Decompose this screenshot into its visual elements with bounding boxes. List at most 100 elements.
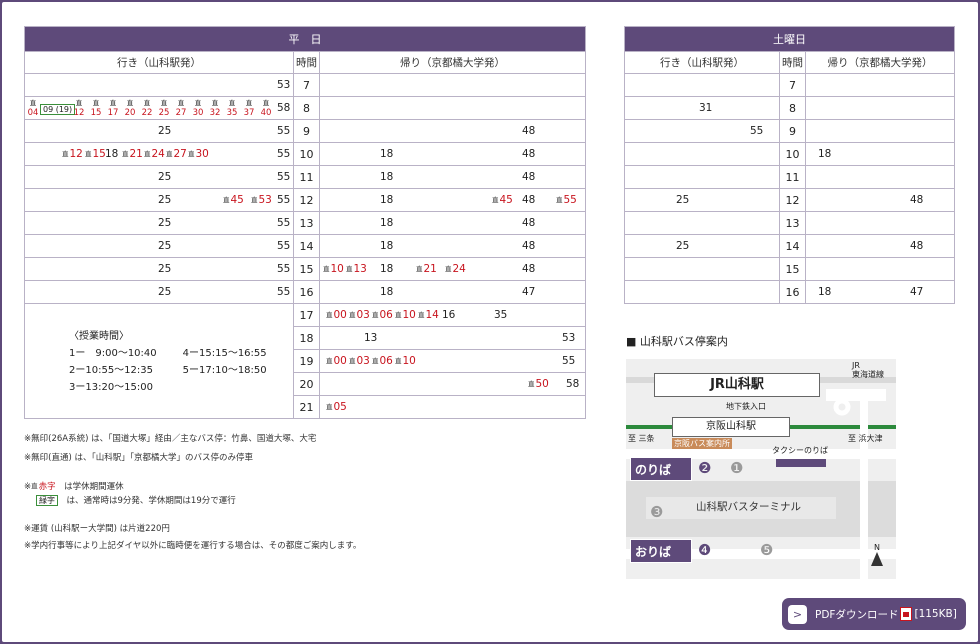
note: ※運賃 (山科駅ー大学間) は片道220円 xyxy=(24,524,170,534)
class-periods-title: 〈授業時間〉 xyxy=(69,331,129,342)
col-go: 行き（山科駅発） xyxy=(24,51,294,74)
hour: 7 xyxy=(779,73,806,97)
table-row: 直12 直15 18 直21 直24 直27 直30 55 10 18 48 xyxy=(24,142,587,166)
departure-time: 55 xyxy=(750,125,764,137)
departure-time: 25 xyxy=(158,263,172,275)
express-departure: 直05 xyxy=(326,401,347,413)
departure-time: 25 xyxy=(158,217,172,229)
table-row: 25 55 15 直10 直13 18 直21 直24 48 xyxy=(24,257,587,281)
departure-time: 18 xyxy=(380,217,394,229)
departure-time: 47 xyxy=(522,286,536,298)
note: ※無印(26A系統) は、「国道大塚」経由／主なバス停：竹鼻、国道大塚、大宅 xyxy=(24,434,317,444)
departure-time: 25 xyxy=(158,171,172,183)
table-row: 13 xyxy=(624,211,956,235)
departure-time: 13 xyxy=(364,332,378,344)
express-departure: 直03 xyxy=(349,309,370,321)
period: 1ー 9:00〜10:40 xyxy=(69,348,157,359)
keihan-station-box: 京阪山科駅 xyxy=(672,417,790,437)
hour: 12 xyxy=(293,188,320,212)
hour: 8 xyxy=(779,96,806,120)
table-row: 25 12 48 xyxy=(624,188,956,212)
hour: 11 xyxy=(293,165,320,189)
hour: 16 xyxy=(779,280,806,304)
jr-line-label: JR 東海道線 xyxy=(852,361,884,379)
departure-time: 48 xyxy=(910,240,924,252)
table-row: 10 18 xyxy=(624,142,956,166)
jr-station-box: JR山科駅 xyxy=(654,373,820,397)
stop-2-icon: ❷ xyxy=(698,459,712,477)
table-row: 16 18 47 xyxy=(624,280,956,304)
express-departure: 直03 xyxy=(349,355,370,367)
to-hamaotsu-label: 至 浜大津 xyxy=(848,434,883,443)
hour: 10 xyxy=(293,142,320,166)
express-departure: 直 35 xyxy=(226,99,238,118)
hour: 14 xyxy=(779,234,806,258)
bus-stop-map: JR山科駅 JR 東海道線 地下鉄入口 京阪山科駅 京阪バス案内所 タクシーのり… xyxy=(626,359,896,579)
express-departure: 直24 xyxy=(445,263,466,275)
departure-time: 18 xyxy=(380,240,394,252)
express-departure: 直06 xyxy=(372,309,393,321)
express-departure: 直30 xyxy=(192,99,204,118)
departure-time: 55 xyxy=(277,148,291,160)
departure-time: 47 xyxy=(910,286,924,298)
col-hour: 時間 xyxy=(779,51,806,74)
note: ※無印(直通) は、「山科駅」「京都橘大学」のバス停のみ停車 xyxy=(24,453,253,463)
express-departure: 直00 xyxy=(326,355,347,367)
departure-time: 48 xyxy=(522,148,536,160)
express-departure: 直15 xyxy=(90,99,102,118)
departure-time: 48 xyxy=(522,217,536,229)
departure-time: 48 xyxy=(522,240,536,252)
express-departure: 直 04 xyxy=(27,99,39,118)
hour: 13 xyxy=(779,211,806,235)
col-go: 行き（山科駅発） xyxy=(624,51,780,74)
hour: 14 xyxy=(293,234,320,258)
hour: 18 xyxy=(293,326,320,350)
table-row: 直 04 09 (19) 直 12 直 15 直 17 直 20 直 22 直 25 直 27 … xyxy=(24,96,587,120)
period: 4ー15:15〜16:55 xyxy=(182,348,267,359)
hour: 15 xyxy=(293,257,320,281)
hour: 21 xyxy=(293,395,320,419)
departure-time: 55 xyxy=(562,355,576,367)
express-departure: 直 22 xyxy=(141,99,153,118)
express-departure: 直 17 xyxy=(107,99,119,118)
departure-time: 48 xyxy=(522,194,536,206)
departure-time: 25 xyxy=(158,125,172,137)
green-departure: 09 (19) xyxy=(40,103,76,115)
pdf-download-button[interactable]: > PDFダウンロード [115KB] xyxy=(782,598,966,630)
departure-time: 55 xyxy=(277,286,291,298)
notes: ※無印(26A系統) は、「国道大塚」経由／主なバス停：竹鼻、国道大塚、大宅 ※… xyxy=(24,432,361,553)
departure-time: 16 xyxy=(442,309,456,321)
saturday-timetable: 土曜日 行き（山科駅発） 時間 帰り（京都橘大学発） 7 31 8 55 9 10 1… xyxy=(623,26,956,304)
express-departure: 直27 xyxy=(166,148,187,160)
departure-time: 25 xyxy=(158,240,172,252)
express-departure: 直21 xyxy=(122,148,143,160)
col-back: 帰り（京都橘大学発） xyxy=(318,51,587,74)
express-departure: 直12 xyxy=(73,99,85,118)
express-departure: 直14 xyxy=(418,309,439,321)
departure-time: 18 xyxy=(380,148,394,160)
table-row: 53 7 xyxy=(24,73,587,97)
subway-entrance: 地下鉄入口 xyxy=(726,402,766,411)
departure-time: 55 xyxy=(277,194,291,206)
departure-time: 58 xyxy=(277,102,291,114)
table-row: 31 8 xyxy=(624,96,956,120)
departure-time: 55 xyxy=(277,217,291,229)
express-departure: 直 40 xyxy=(260,99,272,118)
hour: 11 xyxy=(779,165,806,189)
express-departure: 直10 xyxy=(323,263,344,275)
table-row: 25 55 16 18 47 xyxy=(24,280,587,304)
departure-time: 25 xyxy=(676,194,690,206)
stop-1-icon: ❶ xyxy=(730,459,744,477)
departure-time: 55 xyxy=(277,171,291,183)
alighting-label: おりば xyxy=(630,539,692,563)
express-departure: 直24 xyxy=(144,148,165,160)
departure-time: 58 xyxy=(566,378,580,390)
departure-time: 53 xyxy=(562,332,576,344)
taxi-stand-label: タクシーのりば xyxy=(772,446,828,455)
stop-4-icon: ❹ xyxy=(698,541,712,559)
hour: 17 xyxy=(293,303,320,327)
express-departure: 直12 xyxy=(62,148,83,160)
express-departure: 直53 xyxy=(251,194,272,206)
express-departure: 直00 xyxy=(326,309,347,321)
col-back: 帰り（京都橘大学発） xyxy=(804,51,956,74)
